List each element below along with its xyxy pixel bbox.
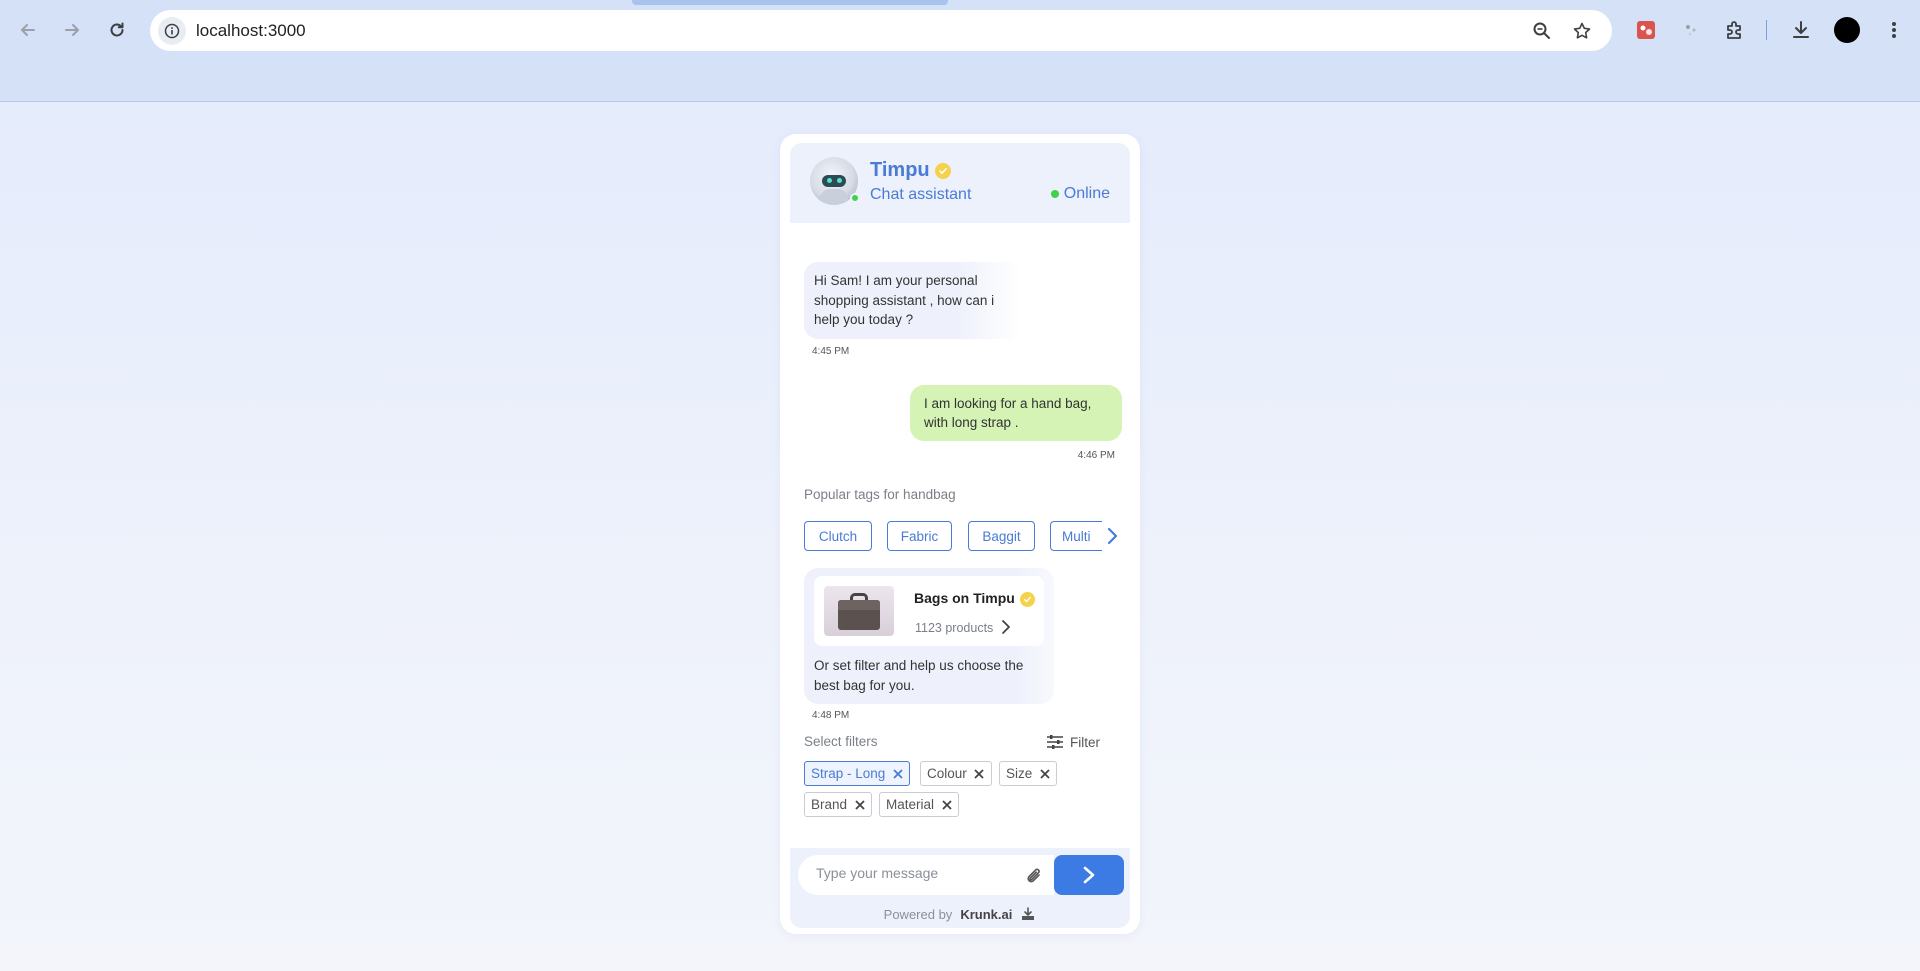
- filter-chip-strap-long[interactable]: Strap - Long: [804, 761, 911, 786]
- forward-icon[interactable]: [56, 14, 88, 46]
- chip-label: Brand: [811, 797, 848, 812]
- remove-chip-icon[interactable]: [892, 768, 903, 779]
- bot-message: Hi Sam! I am your personal shopping assi…: [804, 262, 1022, 339]
- status-label: Online: [1063, 185, 1110, 202]
- verified-badge-icon: [935, 163, 951, 179]
- bot-name: Timpu: [870, 159, 930, 181]
- product-card[interactable]: Bags on Timpu 1123 products: [814, 576, 1044, 646]
- tag-fabric[interactable]: Fabric: [887, 521, 952, 551]
- tag-baggit[interactable]: Baggit: [968, 521, 1035, 551]
- toolbar-divider: [1766, 20, 1767, 40]
- filter-chip-colour[interactable]: Colour: [920, 761, 992, 786]
- product-card-text: Or set filter and help us choose the bes…: [814, 658, 1024, 693]
- remove-chip-icon[interactable]: [854, 799, 865, 810]
- powered-by-footer: Powered by Krunk.ai: [790, 906, 1130, 922]
- filter-chip-brand[interactable]: Brand: [804, 792, 873, 817]
- chip-label: Colour: [927, 766, 967, 781]
- bookmark-star-icon[interactable]: [1570, 19, 1594, 43]
- more-menu-icon[interactable]: [1880, 16, 1908, 44]
- remove-chip-icon[interactable]: [1039, 768, 1050, 779]
- bag-thumbnail: [824, 586, 894, 636]
- sliders-icon: [1047, 735, 1063, 749]
- attachment-clip-icon[interactable]: [1023, 865, 1045, 887]
- product-card-message: Bags on Timpu 1123 products Or set filte…: [804, 568, 1054, 704]
- online-dot-icon: [1050, 190, 1059, 198]
- bot-message-text: Hi Sam! I am your personal shopping assi…: [814, 273, 995, 327]
- filter-chip-material[interactable]: Material: [879, 792, 960, 817]
- extensions-puzzle-icon[interactable]: [1721, 16, 1749, 44]
- chat-header: Timpu Chat assistant Online: [790, 143, 1130, 223]
- filter-button-label: Filter: [1070, 734, 1100, 750]
- card-message-time: 4:48 PM: [812, 710, 850, 721]
- product-count: 1123 products: [915, 621, 994, 635]
- message-input[interactable]: [816, 865, 1016, 881]
- bot-subtitle: Chat assistant: [870, 186, 972, 203]
- downloads-icon[interactable]: [1787, 16, 1815, 44]
- chip-label: Material: [886, 797, 935, 812]
- remove-chip-icon[interactable]: [974, 768, 985, 779]
- active-tab-indicator: [632, 0, 948, 5]
- remove-chip-icon[interactable]: [941, 799, 952, 810]
- online-status: Online: [1050, 185, 1110, 203]
- chat-widget: Timpu Chat assistant Online Hi Sam! I am…: [780, 134, 1140, 934]
- back-icon[interactable]: [12, 14, 44, 46]
- powered-by-brand[interactable]: Krunk.ai: [960, 907, 1012, 922]
- user-message-time: 4:46 PM: [1077, 450, 1115, 461]
- send-button[interactable]: [1054, 855, 1124, 895]
- site-info-icon[interactable]: [158, 17, 186, 45]
- zoom-icon[interactable]: [1530, 19, 1554, 43]
- filter-chip-size[interactable]: Size: [999, 761, 1058, 786]
- address-bar[interactable]: localhost:3000: [150, 10, 1612, 51]
- card-verified-badge-icon: [1020, 592, 1035, 607]
- user-message-text: I am looking for a hand bag, with long s…: [924, 396, 1092, 430]
- tag-multi[interactable]: Multi: [1050, 521, 1102, 551]
- product-card-title: Bags on Timpu: [914, 590, 1015, 606]
- popular-tags-title: Popular tags for handbag: [804, 487, 956, 502]
- filter-button[interactable]: Filter: [1046, 731, 1100, 753]
- card-chevron-right-icon[interactable]: [998, 618, 1014, 636]
- chip-label: Strap - Long: [811, 766, 886, 781]
- profile-avatar[interactable]: [1833, 16, 1861, 44]
- tags-next-chevron-icon[interactable]: [1102, 525, 1122, 547]
- reload-icon[interactable]: [101, 14, 133, 46]
- select-filters-title: Select filters: [804, 734, 878, 749]
- send-chevron-icon: [1083, 866, 1095, 884]
- extension-sparkle-icon[interactable]: [1677, 16, 1705, 44]
- chip-label: Size: [1006, 766, 1033, 781]
- krunk-logo-icon: [1020, 906, 1036, 922]
- browser-toolbar: localhost:3000: [0, 0, 1920, 102]
- message-composer: Powered by Krunk.ai: [790, 848, 1130, 928]
- message-input-container: [798, 855, 1054, 895]
- extension-red-icon[interactable]: [1632, 16, 1660, 44]
- avatar-online-indicator: [850, 193, 860, 203]
- bot-message-time: 4:45 PM: [812, 346, 850, 357]
- tag-clutch[interactable]: Clutch: [804, 521, 872, 551]
- user-message: I am looking for a hand bag, with long s…: [910, 385, 1122, 441]
- powered-by-label: Powered by: [883, 906, 953, 922]
- url-text[interactable]: localhost:3000: [196, 21, 306, 41]
